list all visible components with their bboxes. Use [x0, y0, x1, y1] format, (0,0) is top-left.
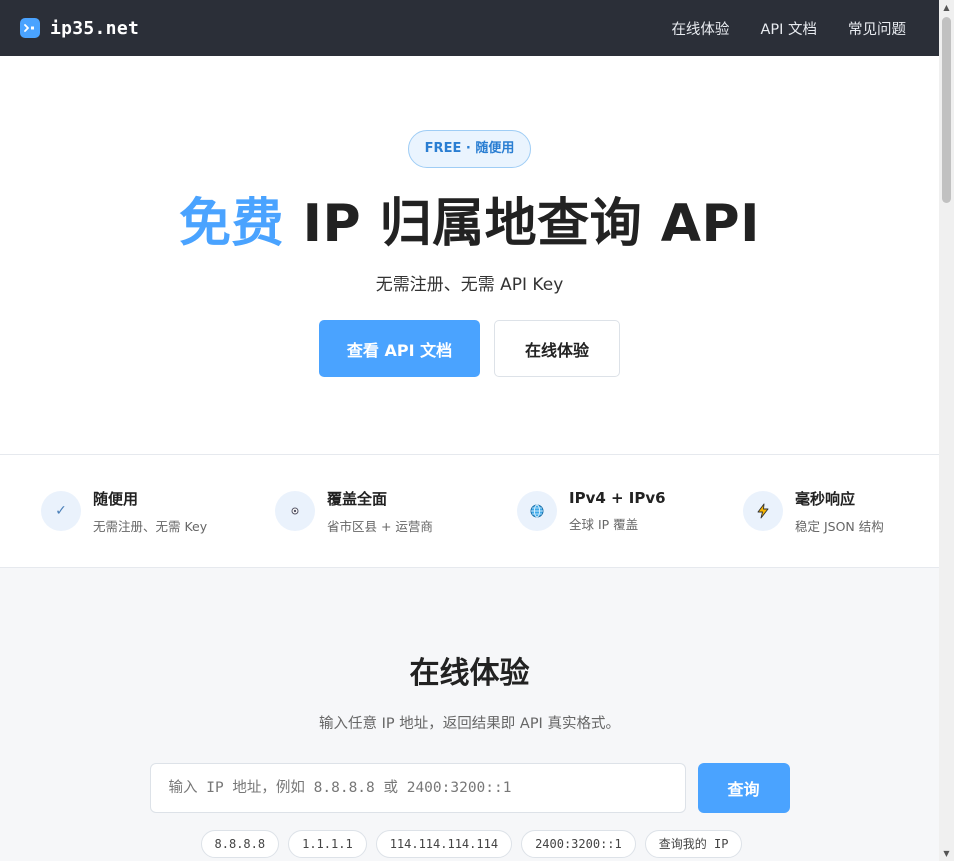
- lightning-icon: [743, 491, 783, 531]
- feature-title: 毫秒响应: [795, 489, 856, 508]
- query-form: 查询: [0, 763, 939, 813]
- feature-desc: 无需注册、无需 Key: [93, 518, 208, 534]
- feature-desc: 稳定 JSON 结构: [795, 518, 884, 534]
- feature-item: IPv4 + IPv6 全球 IP 覆盖: [517, 489, 743, 533]
- try-online-button[interactable]: 在线体验: [494, 320, 620, 377]
- main-nav: 在线体验 API 文档 常见问题: [671, 18, 906, 39]
- hero-title: 免费 IP 归属地查询 API: [0, 192, 939, 256]
- nav-link-try-online[interactable]: 在线体验: [671, 18, 729, 39]
- example-chip[interactable]: 8.8.8.8: [200, 830, 280, 858]
- check-icon: ✓: [41, 491, 81, 531]
- hero-title-accent: 免费: [179, 194, 285, 254]
- view-api-docs-button[interactable]: 查看 API 文档: [319, 320, 480, 377]
- scroll-down-icon[interactable]: ▼: [939, 846, 954, 861]
- hero-actions: 查看 API 文档 在线体验: [0, 320, 939, 377]
- my-ip-chip[interactable]: 查询我的 IP: [644, 830, 743, 858]
- logo-icon: [20, 18, 40, 38]
- location-pin-icon: [275, 491, 315, 531]
- ip-search-input[interactable]: [149, 763, 686, 813]
- free-badge: FREE · 随便用: [407, 130, 532, 168]
- feature-title: 随便用: [93, 489, 139, 508]
- hero-section: FREE · 随便用 免费 IP 归属地查询 API 无需注册、无需 API K…: [0, 56, 939, 454]
- features-strip: ✓ 随便用 无需注册、无需 Key 覆盖全面 省市区县 + 运营商 IPv4 +…: [0, 454, 939, 568]
- scroll-up-icon[interactable]: ▲: [939, 0, 954, 15]
- feature-title: IPv4 + IPv6: [569, 489, 666, 507]
- page: ip35.net 在线体验 API 文档 常见问题 FREE · 随便用 免费 …: [0, 0, 939, 861]
- nav-link-api-docs[interactable]: API 文档: [760, 18, 817, 39]
- feature-title: 覆盖全面: [327, 489, 388, 508]
- section-subtitle: 输入任意 IP 地址，返回结果即 API 真实格式。: [319, 716, 620, 732]
- hero-subtitle: 无需注册、无需 API Key: [375, 275, 564, 295]
- section-title: 在线体验: [409, 656, 530, 691]
- scrollbar-thumb[interactable]: [942, 17, 951, 203]
- query-button[interactable]: 查询: [697, 763, 790, 813]
- feature-desc: 全球 IP 覆盖: [569, 517, 639, 532]
- example-chip[interactable]: 1.1.1.1: [288, 830, 367, 858]
- vertical-scrollbar[interactable]: ▲ ▼: [939, 0, 954, 861]
- example-chip[interactable]: 2400:3200::1: [521, 830, 636, 858]
- brand-name: ip35.net: [50, 17, 140, 39]
- top-navbar: ip35.net 在线体验 API 文档 常见问题: [0, 0, 939, 56]
- brand[interactable]: ip35.net: [20, 18, 139, 39]
- nav-link-faq[interactable]: 常见问题: [848, 18, 906, 39]
- feature-item: ✓ 随便用 无需注册、无需 Key: [41, 488, 275, 535]
- try-online-section: 在线体验 输入任意 IP 地址，返回结果即 API 真实格式。 查询 8.8.8…: [0, 568, 939, 861]
- globe-icon: [517, 491, 557, 531]
- feature-item: 毫秒响应 稳定 JSON 结构: [743, 488, 884, 535]
- example-chip[interactable]: 114.114.114.114: [375, 830, 513, 858]
- hero-title-rest: IP 归属地查询 API: [284, 194, 760, 254]
- example-ip-chips: 8.8.8.8 1.1.1.1 114.114.114.114 2400:320…: [0, 830, 939, 858]
- feature-item: 覆盖全面 省市区县 + 运营商: [275, 488, 517, 535]
- feature-desc: 省市区县 + 运营商: [327, 518, 433, 534]
